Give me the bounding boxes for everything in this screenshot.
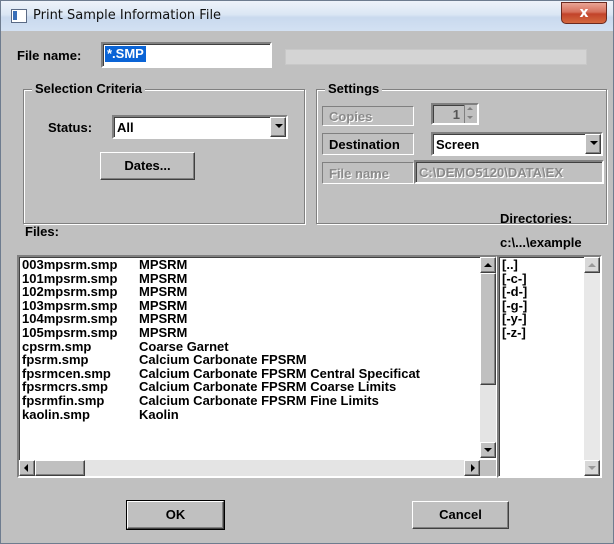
arrow-left-icon (24, 464, 28, 472)
directories-listbox[interactable]: [..] [-c-] [-d-] [-g-] [-y-] [-z-] (497, 255, 602, 478)
arrow-up-icon (588, 263, 596, 267)
file-list-item[interactable]: cpsrm.smp Coarse Garnet (22, 338, 480, 354)
directories-list: [..] [-c-] [-d-] [-g-] [-y-] [-z-] (502, 258, 582, 340)
file-description: Kaolin (139, 406, 179, 422)
file-list-item[interactable]: kaolin.smp Kaolin (22, 406, 480, 422)
files-vertical-scrollbar[interactable] (480, 257, 496, 458)
directory-list-item[interactable]: [..] (502, 258, 582, 272)
title-bar[interactable]: Print Sample Information File x (1, 1, 613, 31)
file-name: fpsrm.smp (22, 352, 89, 368)
directories-label: Directories: (500, 211, 573, 226)
destination-value: Screen (436, 137, 480, 152)
copies-label: Copies (329, 109, 373, 124)
file-list-item[interactable]: fpsrmcen.smp Calcium Carbonate FPSRM Cent… (22, 365, 480, 381)
files-label: Files: (25, 224, 59, 239)
dir-scroll-down-button[interactable] (584, 460, 600, 476)
arrow-down-icon (484, 448, 492, 452)
cancel-button[interactable]: Cancel (412, 501, 509, 529)
close-icon: x (579, 5, 589, 21)
copies-stepper[interactable] (464, 105, 477, 123)
selection-criteria-title: Selection Criteria (32, 81, 145, 96)
file-name: cpsrm.smp (22, 338, 92, 354)
arrow-down-icon (467, 116, 473, 119)
file-list-item[interactable]: fpsrmcrs.smp Calcium Carbonate FPSRM Coar… (22, 380, 480, 394)
file-list-item[interactable]: 104mpsrm.smp MPSRM (22, 312, 480, 326)
file-name-label: File name: (17, 48, 82, 63)
file-name: 003mpsrm.smp (22, 258, 118, 272)
file-name: 102mpsrm.smp (22, 284, 118, 300)
scroll-right-button[interactable] (464, 460, 480, 476)
file-name-input[interactable]: *.SMP (101, 42, 272, 68)
files-horizontal-scrollbar[interactable] (19, 460, 480, 476)
settings-title: Settings (325, 81, 383, 96)
file-list-item[interactable]: 103mpsrm.smp MPSRM (22, 297, 480, 313)
ok-button[interactable]: OK (126, 500, 225, 530)
print-sample-dialog: Print Sample Information File x File nam… (0, 0, 614, 544)
directories-path: c:\...\example (500, 235, 582, 250)
directory-list-item[interactable]: [-d-] (502, 285, 582, 299)
scroll-thumb[interactable] (480, 273, 496, 385)
file-list-item[interactable]: 101mpsrm.smp MPSRM (22, 270, 480, 286)
files-listbox[interactable]: 003mpsrm.smp MPSRM 101mpsrm.smp MPSRM 102mps… (17, 255, 498, 478)
files-list: 003mpsrm.smp MPSRM 101mpsrm.smp MPSRM 102mps… (22, 258, 480, 458)
horizontal-scroll-thumb[interactable] (35, 460, 85, 476)
file-list-item[interactable]: 003mpsrm.smp MPSRM (22, 258, 480, 272)
destination-dropdown[interactable]: Screen (431, 132, 603, 156)
file-name: 104mpsrm.smp (22, 311, 118, 327)
dialog-body: File name: *.SMP Selection Criteria Stat… (8, 31, 607, 537)
output-file-label: File name (329, 166, 389, 181)
status-panel (285, 49, 587, 65)
window-title: Print Sample Information File (33, 8, 222, 23)
scroll-corner (480, 460, 496, 476)
file-name: 101mpsrm.smp (22, 270, 118, 286)
chevron-down-icon (275, 124, 283, 128)
dates-button[interactable]: Dates... (100, 152, 195, 180)
status-dropdown-button[interactable] (270, 117, 286, 137)
output-file-input[interactable]: C:\DEMO5120\DATA\EX (414, 160, 604, 184)
file-name: fpsrmfin.smp (22, 392, 105, 408)
window-icon[interactable] (11, 9, 27, 23)
file-list-item[interactable]: 105mpsrm.smp MPSRM (22, 326, 480, 340)
file-name: fpsrmcen.smp (22, 365, 111, 381)
scroll-left-button[interactable] (19, 460, 35, 476)
destination-label: Destination (329, 137, 400, 152)
file-name: kaolin.smp (22, 406, 90, 422)
copies-value: 1 (452, 107, 460, 122)
destination-label-box: Destination (322, 133, 414, 155)
arrow-right-icon (471, 464, 475, 472)
directory-list-item[interactable]: [-c-] (502, 271, 582, 286)
status-label: Status: (48, 120, 93, 135)
directory-list-item[interactable]: [-z-] (502, 326, 582, 340)
copies-spinner[interactable]: 1 (431, 103, 479, 125)
scroll-down-button[interactable] (480, 442, 496, 458)
directory-list-item[interactable]: [-g-] (502, 299, 582, 313)
close-button[interactable]: x (561, 2, 607, 24)
file-list-item[interactable]: fpsrmfin.smp Calcium Carbonate FPSRM Fine… (22, 394, 480, 408)
status-value: All (117, 120, 134, 135)
file-list-item[interactable]: 102mpsrm.smp MPSRM (22, 285, 480, 299)
output-file-label-box: File name (322, 162, 414, 184)
output-file-value: C:\DEMO5120\DATA\EX (419, 165, 563, 180)
file-list-item[interactable]: fpsrm.smp Calcium Carbonate FPSRM (22, 353, 480, 367)
arrow-down-icon (588, 466, 596, 470)
directory-list-item[interactable]: [-y-] (502, 312, 582, 326)
chevron-down-icon (590, 141, 598, 145)
arrow-up-icon (467, 107, 473, 110)
destination-dropdown-button[interactable] (585, 134, 601, 154)
arrow-up-icon (484, 263, 492, 267)
copies-label-box: Copies (322, 106, 414, 126)
scroll-up-button[interactable] (480, 257, 496, 273)
file-name: 105mpsrm.smp (22, 324, 118, 340)
status-dropdown[interactable]: All (112, 115, 288, 139)
dir-scroll-up-button[interactable] (584, 257, 600, 273)
file-name: fpsrmcrs.smp (22, 379, 108, 395)
file-name: 103mpsrm.smp (22, 297, 118, 313)
directories-scrollbar[interactable] (584, 257, 600, 476)
file-name-value: *.SMP (105, 46, 146, 62)
